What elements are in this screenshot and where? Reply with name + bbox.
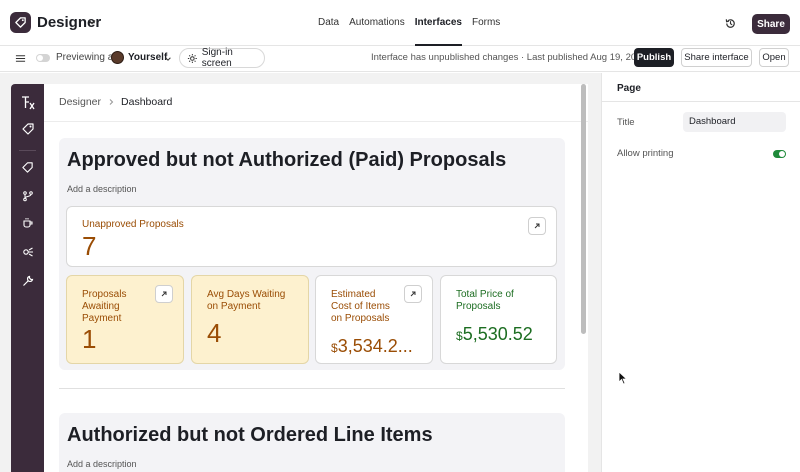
panel-heading: Page [617, 83, 641, 94]
chevron-right-icon [109, 99, 114, 105]
card-label: Total Price of Proposals [456, 289, 514, 312]
mouse-cursor-icon [618, 371, 628, 385]
card-value: 4 [207, 318, 222, 348]
sign-in-screen-button[interactable]: Sign-in screen [179, 47, 265, 69]
preview-toggle[interactable] [36, 54, 50, 62]
currency-symbol: $ [331, 341, 338, 355]
nav-data[interactable]: Data [318, 0, 339, 46]
allow-printing-label: Allow printing [617, 148, 674, 159]
card-label: Unapproved Proposals [82, 219, 184, 230]
card-value-wrap: $5,530.52 [456, 324, 533, 345]
title-input[interactable]: Dashboard [683, 112, 786, 132]
sidebar-item-cup[interactable] [11, 217, 44, 229]
card-unapproved-proposals[interactable]: Unapproved Proposals 7 [66, 206, 557, 267]
allow-printing-toggle[interactable] [773, 150, 786, 158]
section-approved-proposals[interactable]: Approved but not Authorized (Paid) Propo… [59, 138, 565, 370]
top-bar: Designer Data Automations Interfaces For… [0, 0, 800, 46]
title-label: Title [617, 117, 635, 128]
card-value: 3,534.2... [337, 336, 413, 356]
logo [11, 95, 44, 111]
card-value-wrap: $3,534.2... [331, 336, 413, 357]
section-description[interactable]: Add a description [67, 459, 137, 469]
hamburger-menu-icon[interactable] [15, 53, 26, 64]
card-value: 5,530.52 [462, 324, 533, 344]
publish-button[interactable]: Publish [634, 48, 674, 67]
wrench-icon [22, 275, 33, 286]
card-estimated-cost[interactable]: Estimated Cost of Items on Proposals $3,… [315, 275, 433, 364]
interface-toolbar: Previewing as Yourself Sign-in screen In… [0, 46, 800, 72]
chevron-down-icon[interactable] [164, 55, 172, 63]
currency-symbol: $ [456, 329, 463, 343]
card-total-price[interactable]: Total Price of Proposals $5,530.52 [440, 275, 557, 364]
card-label: Proposals Awaiting Payment [82, 289, 127, 324]
gear-icon [187, 53, 197, 63]
properties-panel: Page Title Dashboard Allow printing [601, 73, 800, 472]
previewing-as-label: Previewing as [56, 52, 119, 63]
branch-icon [22, 191, 33, 202]
preview-user-select[interactable]: Yourself [128, 52, 167, 63]
publish-status: Interface has unpublished changes · Last… [371, 52, 647, 63]
arrow-up-right-icon [534, 223, 540, 229]
canvas-scrollbar[interactable] [581, 84, 586, 334]
sidebar-divider [19, 150, 36, 151]
sidebar-item-tools[interactable] [11, 246, 44, 258]
share-interface-button[interactable]: Share interface [681, 48, 752, 67]
tag-icon [21, 123, 34, 135]
section-description[interactable]: Add a description [67, 184, 137, 194]
card-label: Estimated Cost of Items on Proposals [331, 289, 390, 324]
expand-button[interactable] [155, 285, 173, 303]
sidebar-item-wrench[interactable] [11, 275, 44, 287]
open-button[interactable]: Open [759, 48, 789, 67]
nav-forms[interactable]: Forms [472, 0, 500, 46]
expand-button[interactable] [528, 217, 546, 235]
avatar[interactable] [111, 51, 124, 64]
card-value: 7 [82, 231, 97, 261]
card-proposals-awaiting-payment[interactable]: Proposals Awaiting Payment 1 [66, 275, 184, 364]
app-icon[interactable] [10, 12, 31, 33]
card-label: Avg Days Waiting on Payment [207, 289, 286, 312]
sidebar-item-tag[interactable] [11, 122, 44, 136]
sidebar-item-branch[interactable] [11, 190, 44, 202]
card-value: 1 [82, 324, 97, 354]
logo-icon [21, 96, 35, 110]
breadcrumb-parent[interactable]: Designer [59, 96, 101, 108]
breadcrumb-current: Dashboard [121, 96, 173, 108]
arrow-up-right-icon [410, 291, 416, 297]
tools-icon [22, 247, 33, 257]
sidebar-item-tag-active[interactable] [11, 161, 44, 174]
nav-interfaces[interactable]: Interfaces [414, 0, 463, 46]
cup-icon [22, 218, 33, 228]
section-authorized-line-items[interactable]: Authorized but not Ordered Line Items Ad… [59, 413, 565, 472]
section-title[interactable]: Authorized but not Ordered Line Items [67, 424, 433, 447]
history-icon[interactable] [724, 17, 737, 30]
card-avg-days-waiting[interactable]: Avg Days Waiting on Payment 4 [191, 275, 309, 364]
section-title[interactable]: Approved but not Authorized (Paid) Propo… [67, 149, 506, 172]
arrow-up-right-icon [161, 291, 167, 297]
expand-button[interactable] [404, 285, 422, 303]
section-divider [59, 388, 565, 389]
tag-icon [22, 162, 33, 173]
chevron-down-icon[interactable] [87, 17, 97, 27]
breadcrumb: Designer Dashboard [59, 96, 172, 108]
tag-icon [15, 17, 26, 28]
nav-automations[interactable]: Automations [349, 0, 405, 46]
breadcrumb-divider [44, 121, 588, 122]
panel-header: Page [602, 73, 800, 102]
interface-canvas: Designer Dashboard Approved but not Auth… [44, 84, 588, 472]
share-button[interactable]: Share [752, 14, 790, 34]
main-nav: Data Automations Interfaces Forms [318, 0, 500, 46]
sign-in-screen-label: Sign-in screen [201, 47, 233, 69]
interface-sidebar [11, 84, 44, 472]
